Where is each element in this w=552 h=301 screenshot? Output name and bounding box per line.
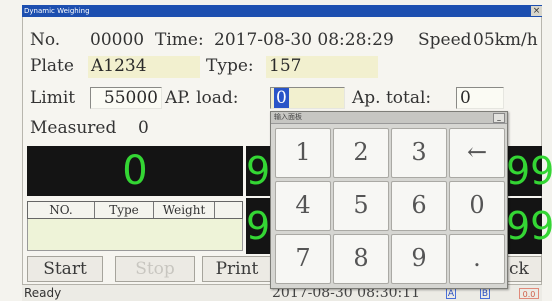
measured-value: 0: [138, 118, 149, 138]
speed-value: 05km/h: [473, 30, 538, 50]
axle-display-2: 9: [246, 198, 272, 254]
plate-input[interactable]: A1234: [88, 56, 200, 78]
speed-label: Speed: [418, 30, 472, 50]
title-bar: Dynamic Weighing ×: [22, 5, 542, 17]
time-label: Time:: [155, 30, 204, 50]
indicator-b: B: [480, 288, 490, 299]
axle-display-1: 9: [246, 146, 272, 196]
input-keypad: 输入面板 _ 1 2 3 ← 4 5 6 0 7 8 9 .: [270, 111, 508, 289]
col-no: NO.: [28, 202, 95, 218]
back-button[interactable]: ck: [506, 256, 542, 282]
key-3[interactable]: 3: [391, 128, 447, 178]
keypad-title: 输入面板: [274, 113, 302, 121]
col-type: Type: [95, 202, 154, 218]
key-4[interactable]: 4: [275, 181, 331, 231]
col-extra: [215, 202, 242, 218]
main-weight-display: 0: [27, 146, 243, 196]
key-dot[interactable]: .: [449, 234, 505, 284]
type-input[interactable]: 157: [266, 56, 378, 78]
indicator-c: 0.0: [519, 288, 539, 299]
no-label: No.: [30, 30, 61, 50]
ap-load-label: AP. load:: [165, 88, 239, 108]
close-button[interactable]: ×: [531, 6, 542, 16]
key-0[interactable]: 0: [449, 181, 505, 231]
limit-label: Limit: [30, 88, 76, 108]
key-8[interactable]: 8: [333, 234, 389, 284]
ap-load-input[interactable]: 0: [270, 87, 345, 109]
measured-label: Measured: [30, 118, 117, 138]
key-5[interactable]: 5: [333, 181, 389, 231]
plate-label: Plate: [30, 56, 74, 76]
axle-display-3: 99: [506, 146, 552, 196]
ap-load-value: 0: [274, 88, 289, 108]
minimize-button[interactable]: _: [493, 113, 505, 123]
time-value: 2017-08-30 08:28:29: [214, 30, 394, 50]
backspace-key[interactable]: ←: [449, 128, 505, 178]
ap-total-input[interactable]: 0: [456, 87, 504, 109]
no-value: 00000: [90, 30, 145, 50]
limit-input[interactable]: 55000: [90, 87, 162, 109]
key-2[interactable]: 2: [333, 128, 389, 178]
stop-button[interactable]: Stop: [115, 256, 195, 282]
key-9[interactable]: 9: [391, 234, 447, 284]
type-label: Type:: [206, 56, 254, 76]
key-7[interactable]: 7: [275, 234, 331, 284]
table-body[interactable]: [27, 219, 243, 251]
table-header: NO. Type Weight: [27, 201, 243, 219]
ap-total-label: Ap. total:: [352, 88, 432, 108]
col-weight: Weight: [154, 202, 215, 218]
status-text: Ready: [24, 286, 62, 300]
axle-display-4: 99: [506, 198, 552, 254]
indicator-a: A: [446, 288, 456, 299]
window-title: Dynamic Weighing: [24, 7, 90, 15]
print-button[interactable]: Print: [202, 256, 272, 282]
key-6[interactable]: 6: [391, 181, 447, 231]
keypad-titlebar: 输入面板 _: [271, 112, 507, 124]
start-button[interactable]: Start: [27, 256, 103, 282]
key-1[interactable]: 1: [275, 128, 331, 178]
